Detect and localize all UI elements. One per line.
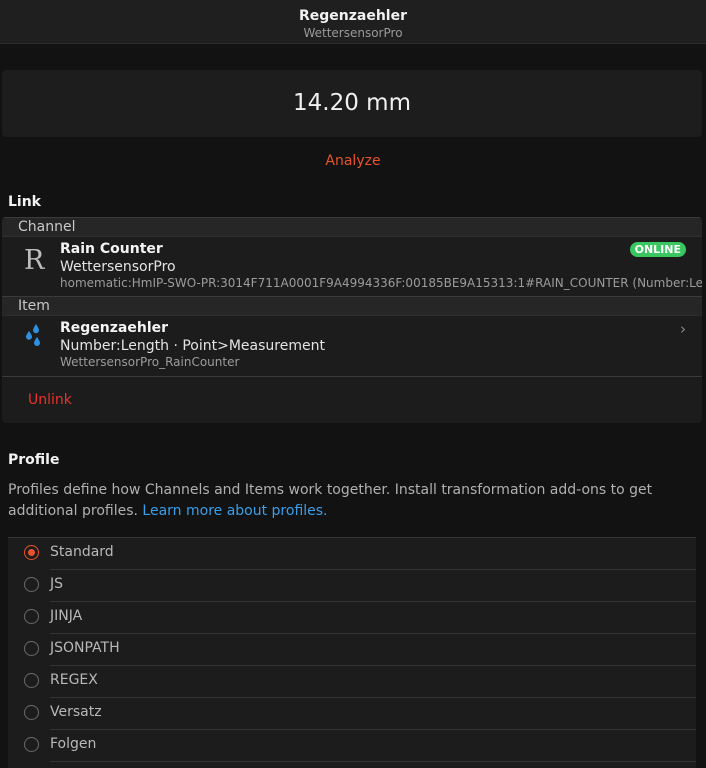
channel-divider: Channel — [2, 217, 702, 237]
profile-radio-list: Standard JS JINJA JSONPATH REGEX Versatz… — [8, 537, 696, 768]
state-value: 14.20 mm — [293, 90, 411, 116]
radio-unselected-icon — [24, 705, 39, 720]
divider — [2, 376, 702, 377]
radio-selected-icon — [24, 545, 39, 560]
channel-letter-icon: R — [24, 245, 45, 276]
navbar: Regenzaehler WettersensorPro — [0, 0, 706, 44]
profile-description: Profiles define how Channels and Items w… — [8, 480, 698, 521]
radio-label: JINJA — [50, 608, 83, 624]
learn-more-link[interactable]: Learn more about profiles. — [142, 503, 327, 519]
item-row[interactable]: Regenzaehler › Number:Length · Point>Mea… — [2, 315, 702, 375]
radio-option-standard[interactable]: Standard — [8, 538, 696, 570]
radio-option-versatz[interactable]: Versatz — [8, 698, 696, 730]
radio-option-regex[interactable]: REGEX — [8, 666, 696, 698]
item-header-label: Item — [18, 298, 50, 314]
page-title: Regenzaehler — [298, 8, 407, 24]
radio-option-js[interactable]: JS — [8, 570, 696, 602]
radio-option-jsonpath[interactable]: JSONPATH — [8, 634, 696, 666]
radio-label: Versatz — [50, 704, 102, 720]
item-divider: Item — [2, 296, 702, 316]
link-card: Channel R Rain Counter ONLINE Wettersens… — [2, 217, 702, 423]
radio-option-jinja[interactable]: JINJA — [8, 602, 696, 634]
radio-unselected-icon — [24, 609, 39, 624]
radio-unselected-icon — [24, 673, 39, 688]
radio-unselected-icon — [24, 641, 39, 656]
item-name: WettersensorPro_RainCounter — [60, 355, 240, 369]
radio-label: Folgen — [50, 736, 97, 752]
link-section-title: Link — [8, 194, 41, 210]
analyze-button[interactable]: Analyze — [0, 153, 706, 169]
channel-row[interactable]: R Rain Counter ONLINE WettersensorPro ho… — [2, 236, 702, 296]
raindrops-icon — [24, 323, 42, 351]
profile-section-title: Profile — [8, 452, 60, 468]
radio-option-folgen[interactable]: Folgen — [8, 730, 696, 762]
item-label: Regenzaehler — [60, 320, 169, 336]
channel-header-label: Channel — [18, 219, 76, 235]
item-type: Number:Length · Point>Measurement — [60, 338, 325, 354]
divider — [50, 761, 696, 762]
radio-label: Standard — [50, 544, 114, 560]
profile-description-text: Profiles define how Channels and Items w… — [8, 482, 653, 519]
radio-label: JSONPATH — [50, 640, 120, 656]
channel-thing: WettersensorPro — [60, 259, 176, 275]
chevron-right-icon: › — [680, 320, 686, 338]
status-badge: ONLINE — [629, 242, 686, 257]
unlink-button[interactable]: Unlink — [28, 392, 72, 408]
page-subtitle: WettersensorPro — [303, 26, 403, 40]
radio-unselected-icon — [24, 577, 39, 592]
radio-label: REGEX — [50, 672, 98, 688]
channel-label: Rain Counter — [60, 241, 163, 257]
radio-unselected-icon — [24, 737, 39, 752]
channel-uid: homematic:HmIP-SWO-PR:3014F711A0001F9A49… — [60, 276, 702, 290]
radio-label: JS — [50, 576, 64, 592]
state-card: 14.20 mm — [2, 70, 702, 137]
